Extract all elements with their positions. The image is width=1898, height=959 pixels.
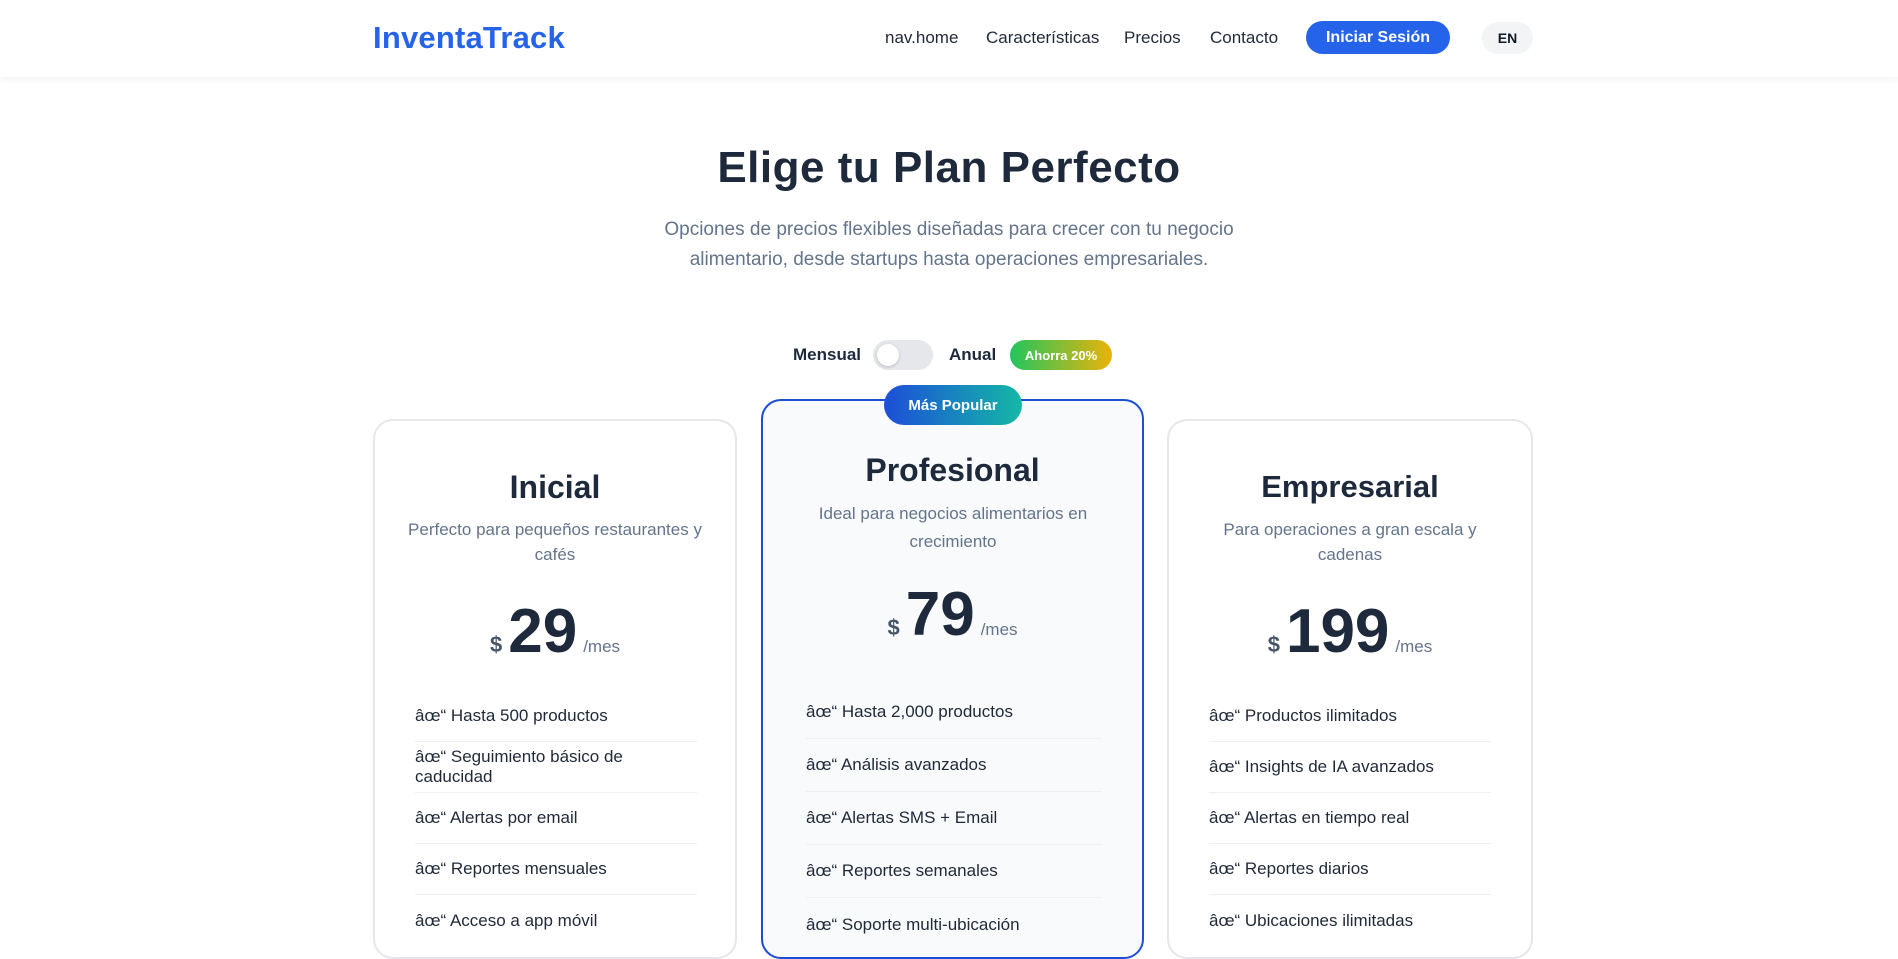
feature-list: âœ“ Hasta 500 productos âœ“ Seguimiento … <box>415 691 697 946</box>
plan-description: Ideal para negocios alimentarios en crec… <box>818 504 1088 551</box>
plan-description: Perfecto para pequeños restaurantes y ca… <box>408 520 702 564</box>
monthly-label[interactable]: Mensual <box>793 345 861 365</box>
price-period: /mes <box>980 620 1018 639</box>
nav-link-home[interactable]: nav.home <box>885 28 958 48</box>
billing-toggle[interactable] <box>873 340 933 370</box>
feature-item: âœ“ Hasta 2,000 productos <box>806 686 1102 739</box>
feature-item: âœ“ Reportes diarios <box>1209 844 1491 895</box>
feature-item: âœ“ Ubicaciones ilimitadas <box>1209 910 1414 930</box>
plan-name: Empresarial <box>1261 469 1439 504</box>
feature-item: âœ“ Hasta 500 productos <box>415 691 697 742</box>
price-currency: $ <box>1267 632 1280 657</box>
feature-item: âœ“ Reportes mensuales <box>415 844 697 895</box>
plan-card-inicial: Inicial Perfecto para pequeños restauran… <box>373 419 737 959</box>
feature-list: âœ“ Productos ilimitados âœ“ Insights de… <box>1209 691 1491 946</box>
plan-card-empresarial: Empresarial Para operaciones a gran esca… <box>1167 419 1533 959</box>
feature-item: âœ“ Análisis avanzados <box>806 739 1102 792</box>
feature-item: âœ“ Soporte multi-ubicación <box>806 914 1020 934</box>
plan-name: Inicial <box>509 469 601 505</box>
annual-label[interactable]: Anual <box>949 345 996 365</box>
price-period: /mes <box>583 637 621 656</box>
plan-name: Profesional <box>865 452 1040 488</box>
price-currency: $ <box>489 632 503 657</box>
logo[interactable]: InventaTrack <box>373 20 565 56</box>
nav-link-contact[interactable]: Contacto <box>1210 28 1278 48</box>
most-popular-badge: Más Popular <box>884 385 1022 425</box>
feature-item: âœ“ Alertas por email <box>415 793 697 844</box>
nav-link-features[interactable]: Características <box>986 28 1099 48</box>
plan-price: $ 199 /mes <box>1169 601 1531 663</box>
site-header: InventaTrack nav.home Características Pr… <box>0 0 1898 77</box>
toggle-knob <box>877 344 899 366</box>
plan-description: Para operaciones a gran escala y cadenas <box>1223 520 1477 564</box>
plan-price: $ 79 /mes <box>763 584 1142 646</box>
price-period: /mes <box>1395 637 1433 656</box>
feature-item: âœ“ Alertas SMS + Email <box>806 792 1102 845</box>
language-toggle-button[interactable]: EN <box>1482 22 1533 54</box>
feature-item: âœ“ Insights de IA avanzados <box>1209 742 1491 793</box>
feature-item: âœ“ Alertas en tiempo real <box>1209 793 1491 844</box>
save-badge: Ahorra 20% <box>1010 340 1112 370</box>
plan-price: $ 29 /mes <box>375 601 735 663</box>
feature-item: âœ“ Productos ilimitados <box>1209 691 1491 742</box>
price-amount: 199 <box>1285 597 1390 666</box>
feature-item: âœ“ Reportes semanales <box>806 845 1102 898</box>
price-amount: 79 <box>905 580 975 649</box>
login-button[interactable]: Iniciar Sesión <box>1306 21 1450 54</box>
price-amount: 29 <box>508 597 578 666</box>
nav-link-pricing[interactable]: Precios <box>1124 28 1181 48</box>
feature-item: âœ“ Acceso a app móvil <box>415 910 598 930</box>
page-title: Elige tu Plan Perfecto <box>717 143 1181 192</box>
page-subtitle: Opciones de precios flexibles diseñadas … <box>664 219 1234 270</box>
feature-list: âœ“ Hasta 2,000 productos âœ“ Análisis a… <box>806 686 1102 951</box>
plan-card-profesional: Profesional Ideal para negocios alimenta… <box>761 399 1144 959</box>
price-currency: $ <box>887 615 900 640</box>
feature-item: âœ“ Seguimiento básico de caducidad <box>415 742 697 793</box>
